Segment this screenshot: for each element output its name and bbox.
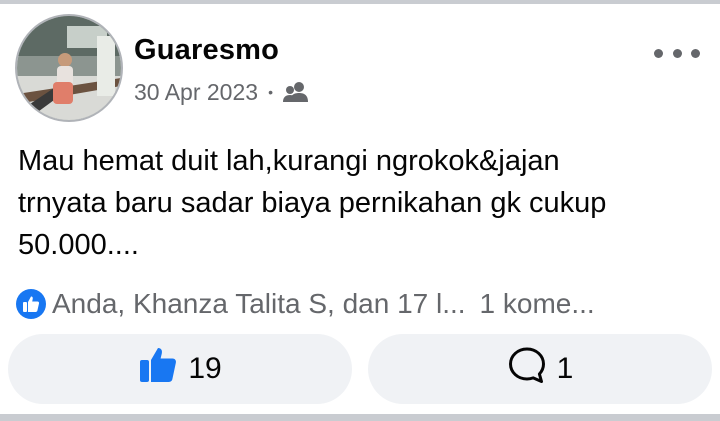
bottom-divider: [0, 414, 720, 421]
more-dot-icon: [691, 48, 700, 58]
top-divider: [0, 0, 720, 4]
thumbs-up-icon: [138, 345, 178, 393]
post-text-line: Mau hemat duit lah,kurangi ngrokok&jajan: [18, 145, 560, 177]
author-name[interactable]: Guaresmo: [134, 34, 279, 67]
more-dot-icon: [654, 48, 663, 58]
post-text: Mau hemat duit lah,kurangi ngrokok&jajan…: [18, 140, 708, 266]
avatar[interactable]: [15, 14, 123, 122]
comment-button[interactable]: 1: [368, 334, 712, 404]
post-text-line: 50.000....: [18, 229, 139, 261]
reactions-row[interactable]: Anda, Khanza Talita S, dan 17 l... 1 kom…: [16, 284, 706, 324]
more-dot-icon: [672, 48, 682, 58]
like-count: 19: [188, 352, 222, 385]
comment-count: 1: [556, 352, 574, 385]
post-date[interactable]: 30 Apr 2023: [134, 79, 258, 106]
reactions-summary[interactable]: Anda, Khanza Talita S, dan 17 l...: [52, 288, 466, 320]
like-button[interactable]: 19: [8, 334, 352, 404]
meta-separator: •: [268, 84, 273, 100]
post-meta: 30 Apr 2023 •: [134, 78, 309, 106]
post-text-line: trnyata baru sadar biaya pernikahan gk c…: [18, 187, 607, 219]
more-options-button[interactable]: [654, 40, 700, 66]
like-reaction-icon: [16, 289, 46, 319]
comment-icon: [507, 345, 547, 393]
friends-icon: [282, 81, 309, 103]
comments-summary[interactable]: 1 kome...: [480, 288, 595, 320]
